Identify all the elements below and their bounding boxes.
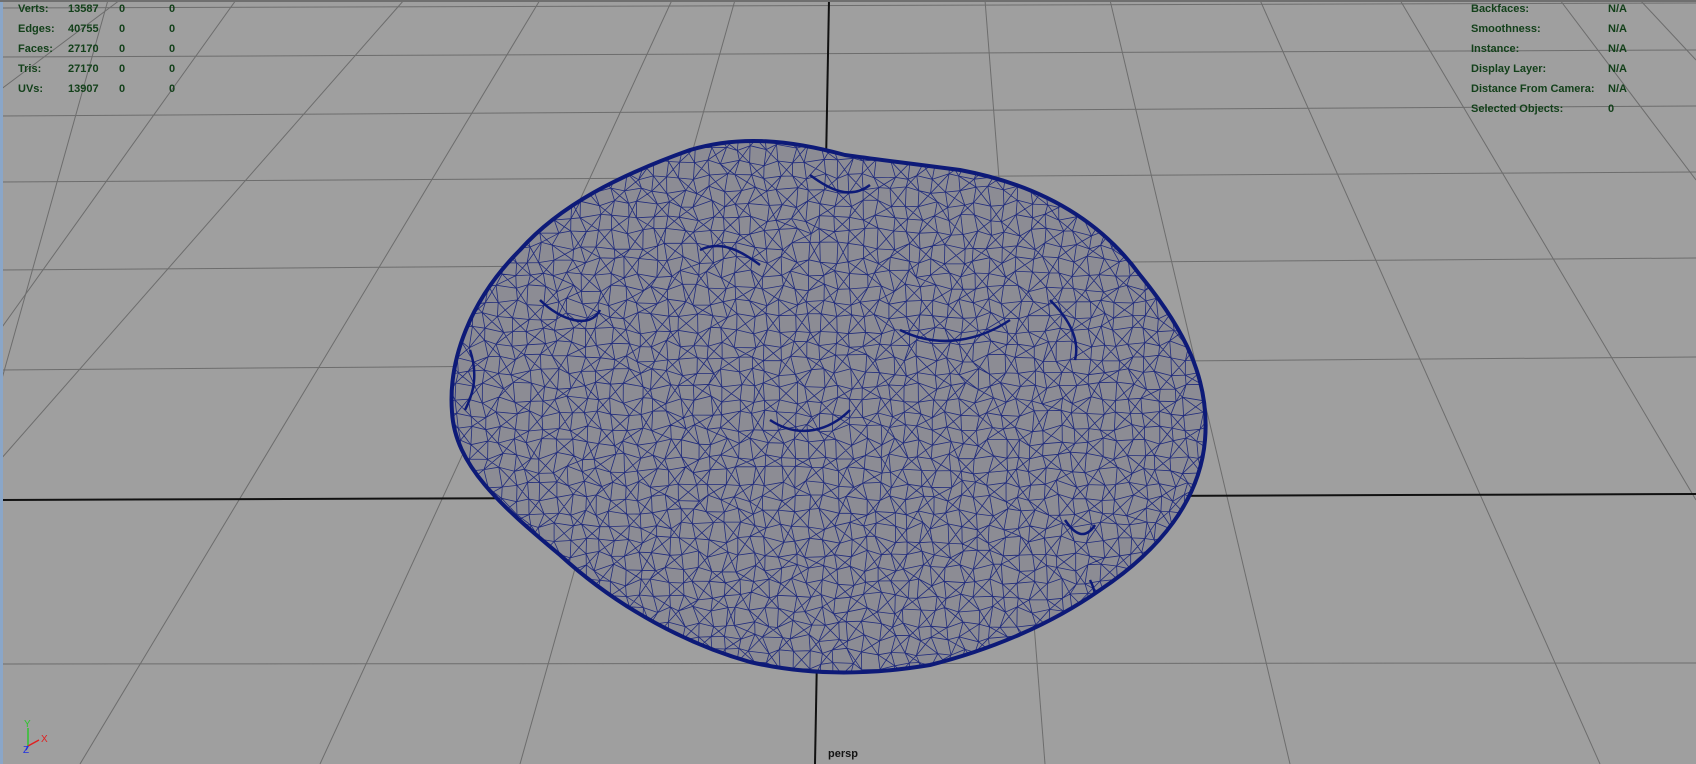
viewport-top-border [0,0,1696,2]
camera-name-label: persp [828,748,858,760]
hud-row-distance-from-camera: Distance From Camera: N/A [1471,79,1691,99]
hud-value: 0 [119,3,126,15]
hud-row-selected-objects: Selected Objects: 0 [1471,99,1691,119]
hud-value: N/A [1608,83,1627,95]
grid-line [0,2,1696,9]
hud-row-display-layer: Display Layer: N/A [1471,59,1691,79]
hud-label: Tris: [18,63,42,75]
hud-value: 0 [169,23,176,35]
hud-row-tris: Tris: 27170 0 0 [18,59,218,79]
hud-label: UVs: [18,83,44,95]
hud-value: N/A [1608,3,1627,15]
hud-label: Faces: [18,43,53,55]
poly-count-hud: Verts: 13587 0 0 Edges: 40755 0 0 Faces:… [18,0,218,99]
hud-label: Verts: [18,3,49,15]
hud-label: Distance From Camera: [1471,83,1595,95]
hud-value: 0 [169,83,176,95]
viewport-left-border [0,0,3,764]
rock-mesh-wireframe[interactable] [426,116,1232,684]
hud-row-instance: Instance: N/A [1471,39,1691,59]
view-axis-gizmo: Y X Z [23,719,48,754]
hud-row-smoothness: Smoothness: N/A [1471,19,1691,39]
x-axis-label: X [41,734,48,745]
hud-value: 0 [169,63,176,75]
hud-value: N/A [1608,63,1627,75]
hud-value: 13907 [68,83,99,95]
hud-value: 0 [119,23,126,35]
hud-value: 0 [1608,103,1615,115]
hud-value: 0 [119,43,126,55]
hud-value: N/A [1608,23,1627,35]
z-axis-label: Z [23,745,29,754]
hud-value: 13587 [68,3,99,15]
hud-label: Selected Objects: [1471,103,1564,115]
grid-line [0,105,1696,117]
hud-value: 0 [169,3,176,15]
hud-row-backfaces: Backfaces: N/A [1471,0,1691,19]
hud-row-verts: Verts: 13587 0 0 [18,0,218,19]
hud-value: 40755 [68,23,99,35]
hud-value: N/A [1608,43,1627,55]
hud-value: 27170 [68,63,99,75]
hud-value: 0 [169,43,176,55]
viewport-scene[interactable] [0,0,1696,764]
grid-line [0,49,1696,58]
hud-row-faces: Faces: 27170 0 0 [18,39,218,59]
hud-value: 27170 [68,43,99,55]
x-axis-line [27,739,40,747]
y-axis-label: Y [24,719,31,730]
hud-row-edges: Edges: 40755 0 0 [18,19,218,39]
hud-value: 0 [119,63,126,75]
hud-label: Display Layer: [1471,63,1547,75]
hud-label: Instance: [1471,43,1520,55]
hud-value: 0 [119,83,126,95]
hud-label: Edges: [18,23,55,35]
hud-label: Backfaces: [1471,3,1530,15]
hud-label: Smoothness: [1471,23,1541,35]
persp-viewport[interactable]: Verts: 13587 0 0 Edges: 40755 0 0 Faces:… [0,0,1696,764]
hud-row-uvs: UVs: 13907 0 0 [18,79,218,99]
object-details-hud: Backfaces: N/A Smoothness: N/A Instance:… [1471,0,1691,119]
